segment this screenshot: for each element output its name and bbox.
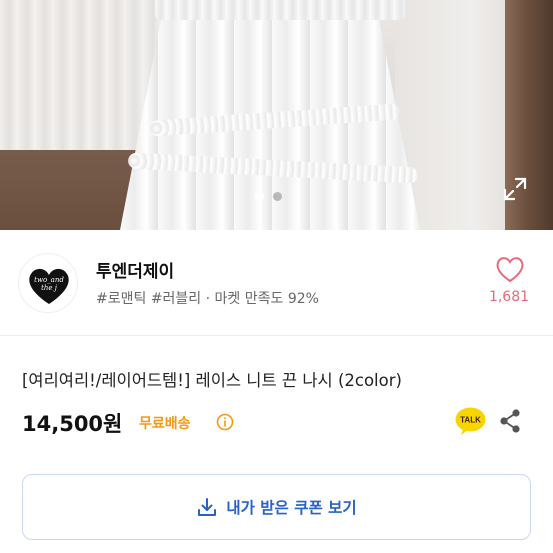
coupon-button-label: 내가 받은 쿠폰 보기: [226, 499, 357, 517]
shop-tags: #로맨틱 #러블리 · 마켓 만족도 92%: [96, 291, 319, 307]
gallery-page-indicator: [255, 192, 282, 201]
shop-logo-text-1: two_and: [34, 276, 64, 284]
like-button[interactable]: [490, 254, 530, 284]
kakao-talk-button[interactable]: TALK: [455, 407, 486, 436]
gallery-dot-active[interactable]: [255, 192, 264, 201]
download-icon: [198, 498, 217, 516]
like-count: 1,681: [488, 289, 530, 305]
talk-label: TALK: [460, 416, 481, 425]
shop-logo-text-2: the j: [41, 284, 58, 292]
info-circle-icon[interactable]: [216, 413, 234, 431]
expand-icon[interactable]: [502, 176, 528, 202]
view-my-coupons-button[interactable]: 내가 받은 쿠폰 보기: [22, 474, 531, 540]
share-icon[interactable]: [498, 408, 522, 434]
photo-skirt-waistband: [155, 0, 405, 20]
product-price: 14,500원: [22, 412, 123, 436]
product-image[interactable]: [0, 0, 553, 230]
shop-name[interactable]: 투엔더제이: [96, 257, 174, 282]
shop-info-row: two_and the j 투엔더제이 #로맨틱 #러블리 · 마켓 만족도 9…: [0, 230, 553, 336]
heart-outline-icon: [496, 257, 524, 283]
product-title: [여리여리!/레이어드템!] 레이스 니트 끈 나시 (2color): [22, 371, 402, 390]
gallery-dot[interactable]: [273, 192, 282, 201]
shop-logo[interactable]: two_and the j: [18, 253, 78, 313]
photo-curtain: [0, 0, 160, 150]
shipping-badge: 무료배송: [139, 416, 191, 432]
